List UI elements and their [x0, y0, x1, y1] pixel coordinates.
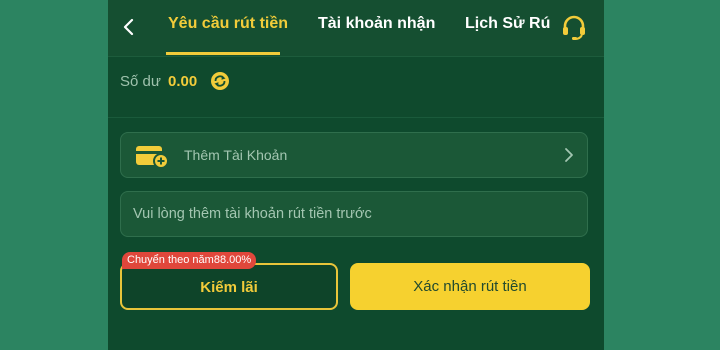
chevron-left-icon[interactable]	[120, 16, 136, 38]
tab-receiving-account[interactable]: Tài khoản nhận	[318, 15, 435, 33]
earn-interest-button[interactable]: Kiếm lãi	[120, 263, 338, 310]
chevron-right-icon	[565, 148, 573, 162]
tab-withdraw-request[interactable]: Yêu cầu rút tiền	[168, 15, 288, 33]
active-tab-indicator	[166, 52, 280, 55]
account-notice: Vui lòng thêm tài khoản rút tiền trước	[120, 191, 588, 237]
header-tabs: Yêu cầu rút tiền Tài khoản nhận Lịch Sử …	[108, 0, 604, 57]
balance-row: Số dư 0.00	[108, 57, 604, 118]
interest-rate-badge: Chuyển theo năm88.00%	[122, 252, 257, 269]
wallet-add-icon	[136, 146, 169, 169]
balance-value: 0.00	[168, 73, 198, 90]
tab-history[interactable]: Lịch Sử Rú	[465, 15, 550, 33]
add-account-button[interactable]: Thêm Tài Khoản	[120, 132, 588, 178]
balance-label: Số dư	[120, 73, 161, 90]
withdraw-panel: Yêu cầu rút tiền Tài khoản nhận Lịch Sử …	[108, 0, 604, 350]
confirm-withdraw-button[interactable]: Xác nhận rút tiền	[350, 263, 590, 310]
add-account-label: Thêm Tài Khoản	[184, 147, 288, 163]
account-notice-text: Vui lòng thêm tài khoản rút tiền trước	[133, 206, 372, 222]
refresh-icon[interactable]	[210, 71, 230, 91]
headset-icon[interactable]	[560, 13, 588, 41]
